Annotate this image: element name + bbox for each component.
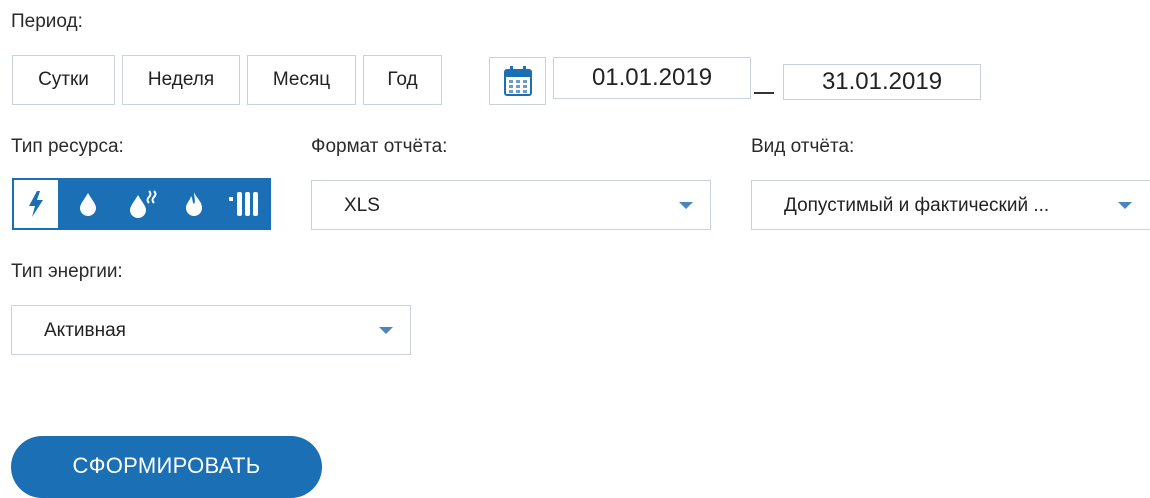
period-label: Период: bbox=[11, 11, 83, 32]
gas-flame-icon bbox=[186, 192, 202, 216]
resource-gas-button[interactable] bbox=[170, 178, 218, 230]
generate-report-button[interactable]: СФОРМИРОВАТЬ bbox=[11, 436, 322, 498]
hot-water-icon bbox=[129, 190, 156, 218]
date-from-input[interactable]: 01.01.2019 bbox=[553, 57, 751, 99]
report-format-value: XLS bbox=[344, 195, 380, 216]
chevron-down-icon bbox=[679, 202, 693, 209]
chevron-down-icon bbox=[1118, 202, 1132, 209]
report-type-value: Допустимый и фактический ... bbox=[784, 195, 1050, 216]
resource-type-selector bbox=[12, 178, 271, 230]
chevron-down-icon bbox=[379, 327, 393, 334]
report-format-label: Формат отчёта: bbox=[311, 136, 448, 157]
resource-hot-water-button[interactable] bbox=[115, 178, 170, 230]
resource-electricity-button[interactable] bbox=[12, 178, 60, 230]
period-week-button[interactable]: Неделя bbox=[122, 55, 240, 105]
electricity-icon bbox=[29, 191, 43, 217]
energy-type-label: Тип энергии: bbox=[11, 261, 123, 282]
date-range-separator bbox=[754, 92, 774, 94]
report-type-label: Вид отчёта: bbox=[751, 136, 855, 157]
resource-water-button[interactable] bbox=[60, 178, 115, 230]
resource-heating-button[interactable] bbox=[218, 178, 271, 230]
energy-type-value: Активная bbox=[44, 320, 126, 341]
water-drop-icon bbox=[79, 193, 96, 216]
period-year-button[interactable]: Год bbox=[363, 55, 442, 105]
report-type-select[interactable]: Допустимый и фактический ... bbox=[751, 180, 1150, 230]
energy-type-select[interactable]: Активная bbox=[11, 305, 411, 355]
period-month-button[interactable]: Месяц bbox=[247, 55, 356, 105]
resource-type-label: Тип ресурса: bbox=[11, 136, 124, 157]
calendar-icon bbox=[503, 66, 532, 96]
date-to-input[interactable]: 31.01.2019 bbox=[783, 64, 981, 100]
calendar-button[interactable] bbox=[489, 57, 546, 105]
report-format-select[interactable]: XLS bbox=[311, 180, 711, 230]
radiator-heating-icon bbox=[228, 192, 258, 216]
period-day-button[interactable]: Сутки bbox=[12, 55, 115, 105]
